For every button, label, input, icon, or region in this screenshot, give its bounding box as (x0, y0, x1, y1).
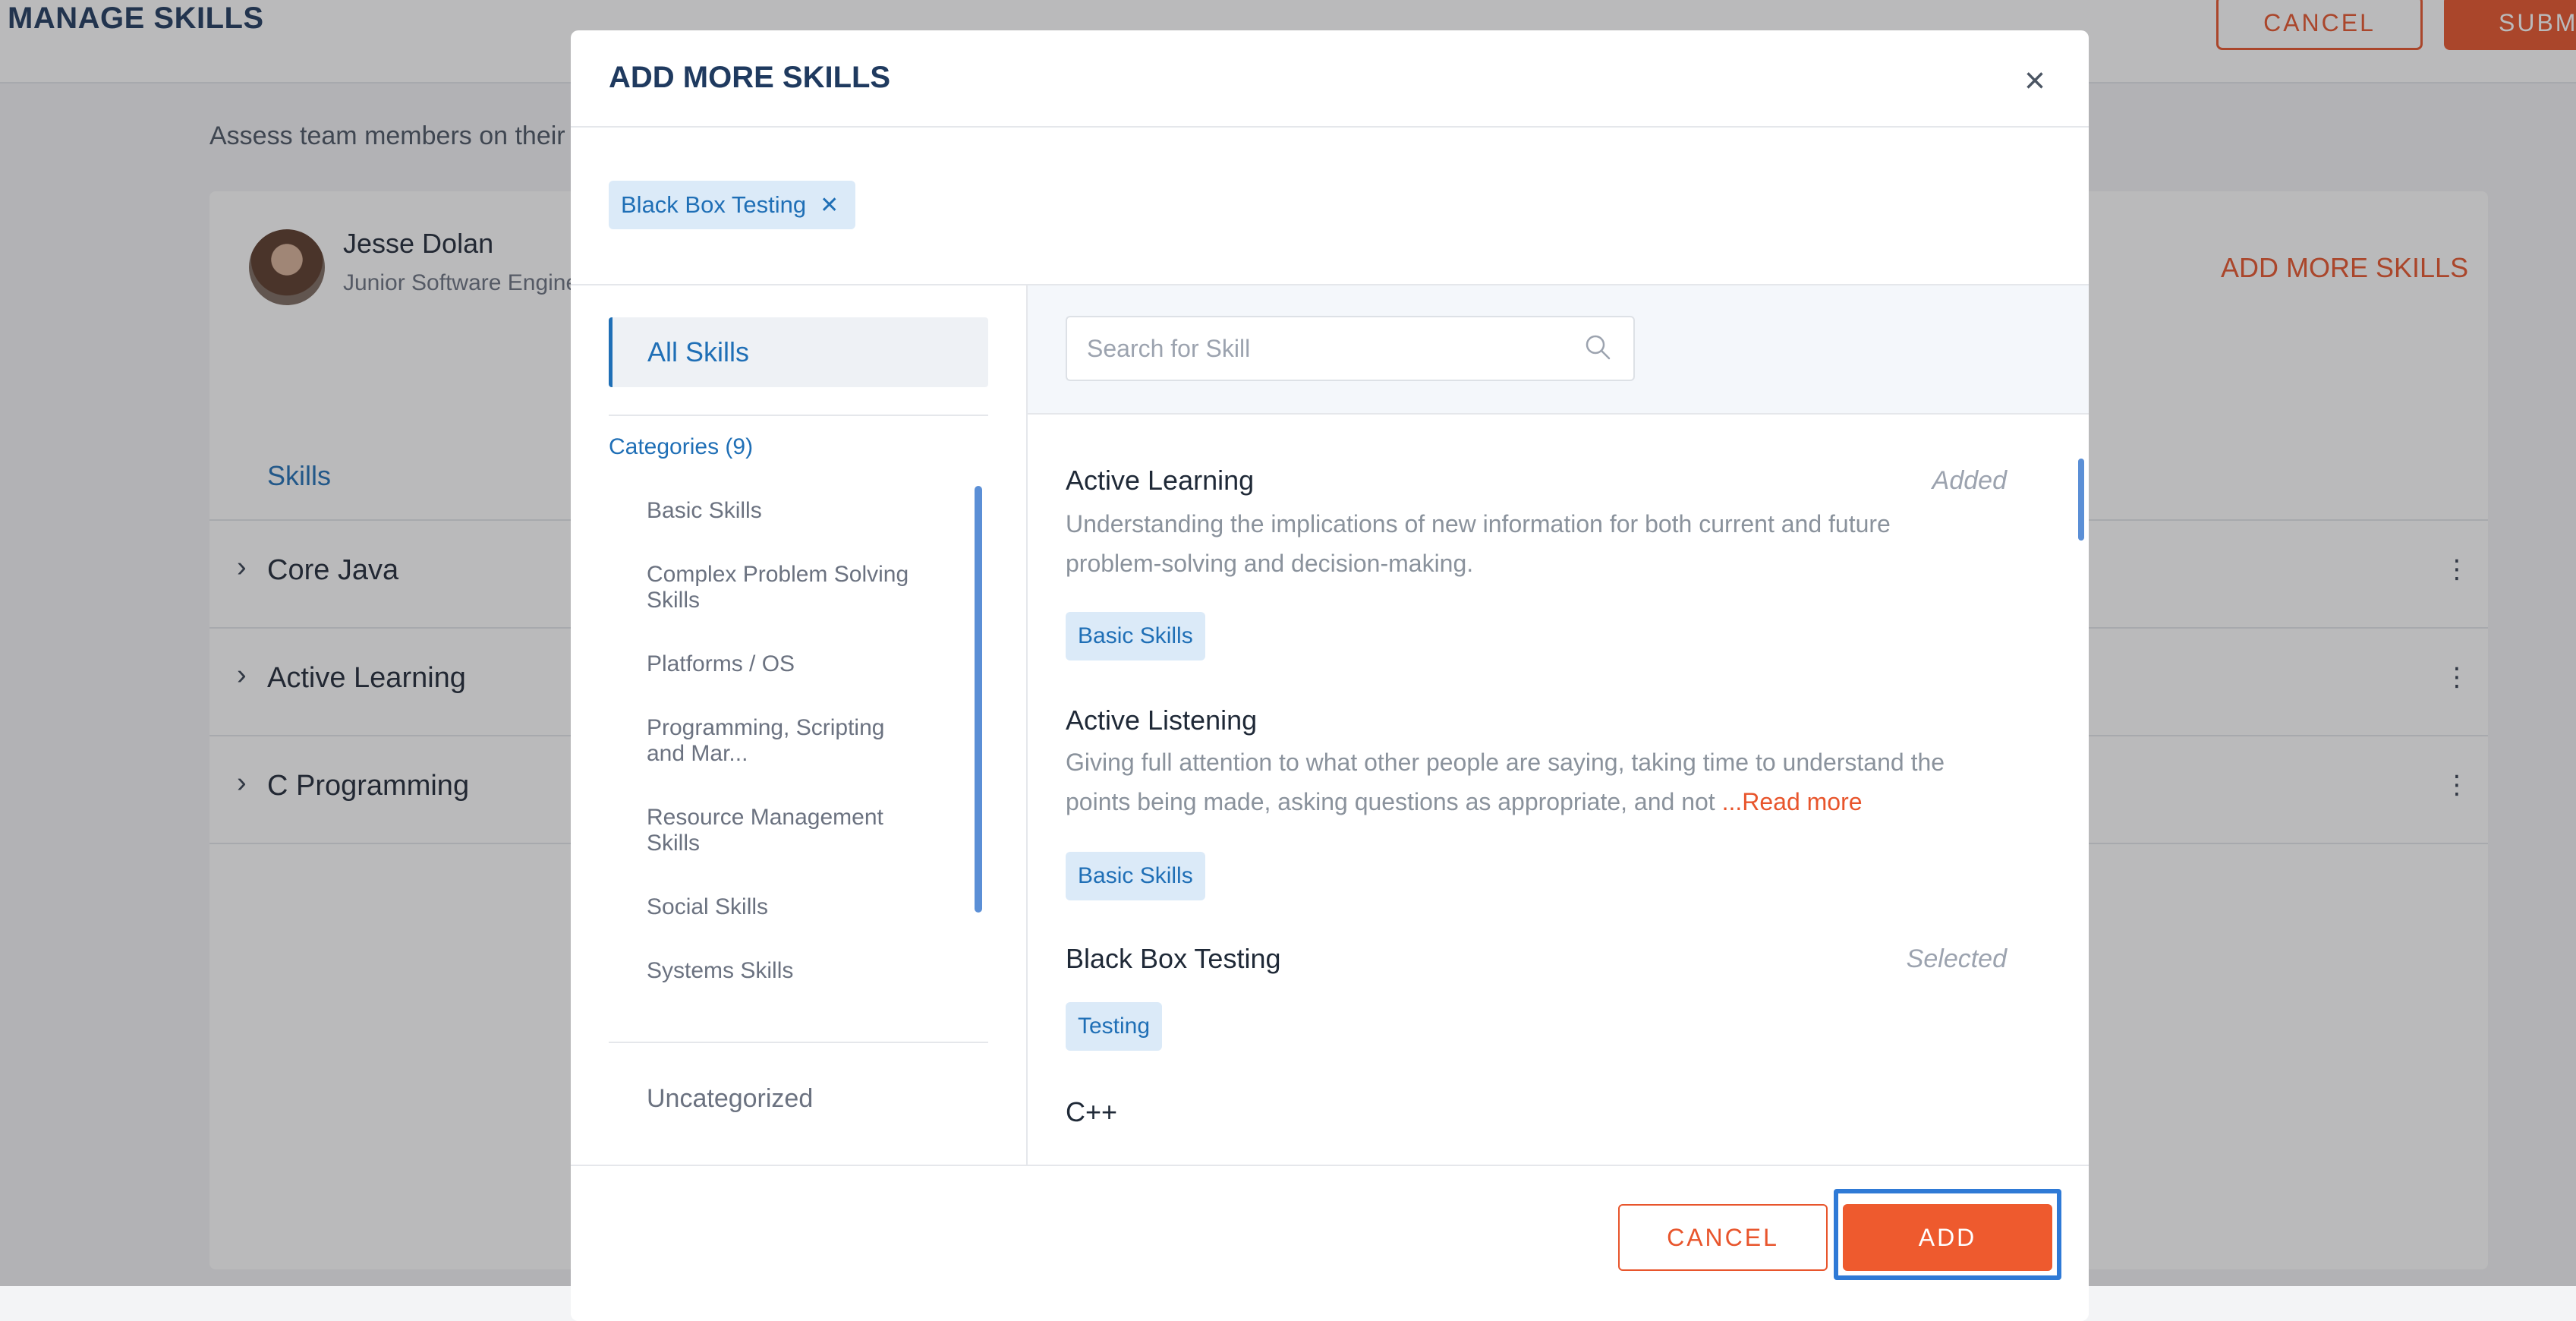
sidebar-item-category[interactable]: Resource Management Skills (647, 805, 920, 856)
skill-category-tag: Basic Skills (1066, 612, 1205, 660)
search-input[interactable] (1087, 317, 1573, 380)
categories-scrollbar[interactable] (975, 486, 982, 913)
skill-item-description: Giving full attention to what other peop… (1066, 742, 1946, 821)
sidebar-item-category[interactable]: Systems Skills (647, 958, 920, 984)
skill-item-description: Understanding the implications of new in… (1066, 510, 1891, 577)
read-more-link[interactable]: ...Read more (1722, 788, 1863, 815)
divider (609, 415, 988, 416)
sidebar-item-category[interactable]: Platforms / OS (647, 651, 920, 677)
sidebar-item-category[interactable]: Complex Problem Solving Skills (647, 562, 920, 613)
skill-item-title[interactable]: Active Learning (1066, 465, 1254, 497)
divider (571, 126, 2089, 128)
skill-item-title[interactable]: C++ (1066, 1096, 1117, 1122)
add-more-skills-modal: ADD MORE SKILLS × Black Box Testing ✕ Al… (571, 30, 2089, 1321)
skill-status-added: Added (1932, 466, 2007, 495)
sidebar-item-category[interactable]: Basic Skills (647, 498, 920, 524)
selected-skill-chip-label: Black Box Testing (621, 191, 807, 218)
skill-item-title[interactable]: Black Box Testing (1066, 943, 1280, 975)
selected-skill-chip: Black Box Testing ✕ (609, 181, 856, 229)
skill-status-selected: Selected (1906, 944, 2007, 973)
sidebar-item-all-skills[interactable]: All Skills (609, 317, 988, 387)
add-button[interactable]: ADD (1843, 1204, 2052, 1271)
modal-title: ADD MORE SKILLS (609, 61, 891, 94)
search-icon[interactable] (1583, 333, 1614, 363)
categories-heading[interactable]: Categories (9) (609, 434, 753, 460)
divider (609, 1042, 988, 1043)
search-field[interactable] (1066, 316, 1635, 381)
cancel-button[interactable]: CANCEL (1618, 1204, 1828, 1271)
remove-chip-icon[interactable]: ✕ (820, 192, 839, 219)
sidebar-item-category[interactable]: Social Skills (647, 894, 920, 920)
sidebar-item-category[interactable]: Programming, Scripting and Mar... (647, 715, 920, 767)
close-icon[interactable]: × (2016, 62, 2054, 100)
sidebar-item-uncategorized[interactable]: Uncategorized (647, 1084, 813, 1114)
skill-category-tag: Basic Skills (1066, 852, 1205, 900)
pane-divider (1026, 285, 1028, 1196)
skill-category-tag: Testing (1066, 1002, 1163, 1051)
skills-list-scrollbar[interactable] (2078, 459, 2084, 541)
skill-item-title[interactable]: Active Listening (1066, 705, 1257, 736)
